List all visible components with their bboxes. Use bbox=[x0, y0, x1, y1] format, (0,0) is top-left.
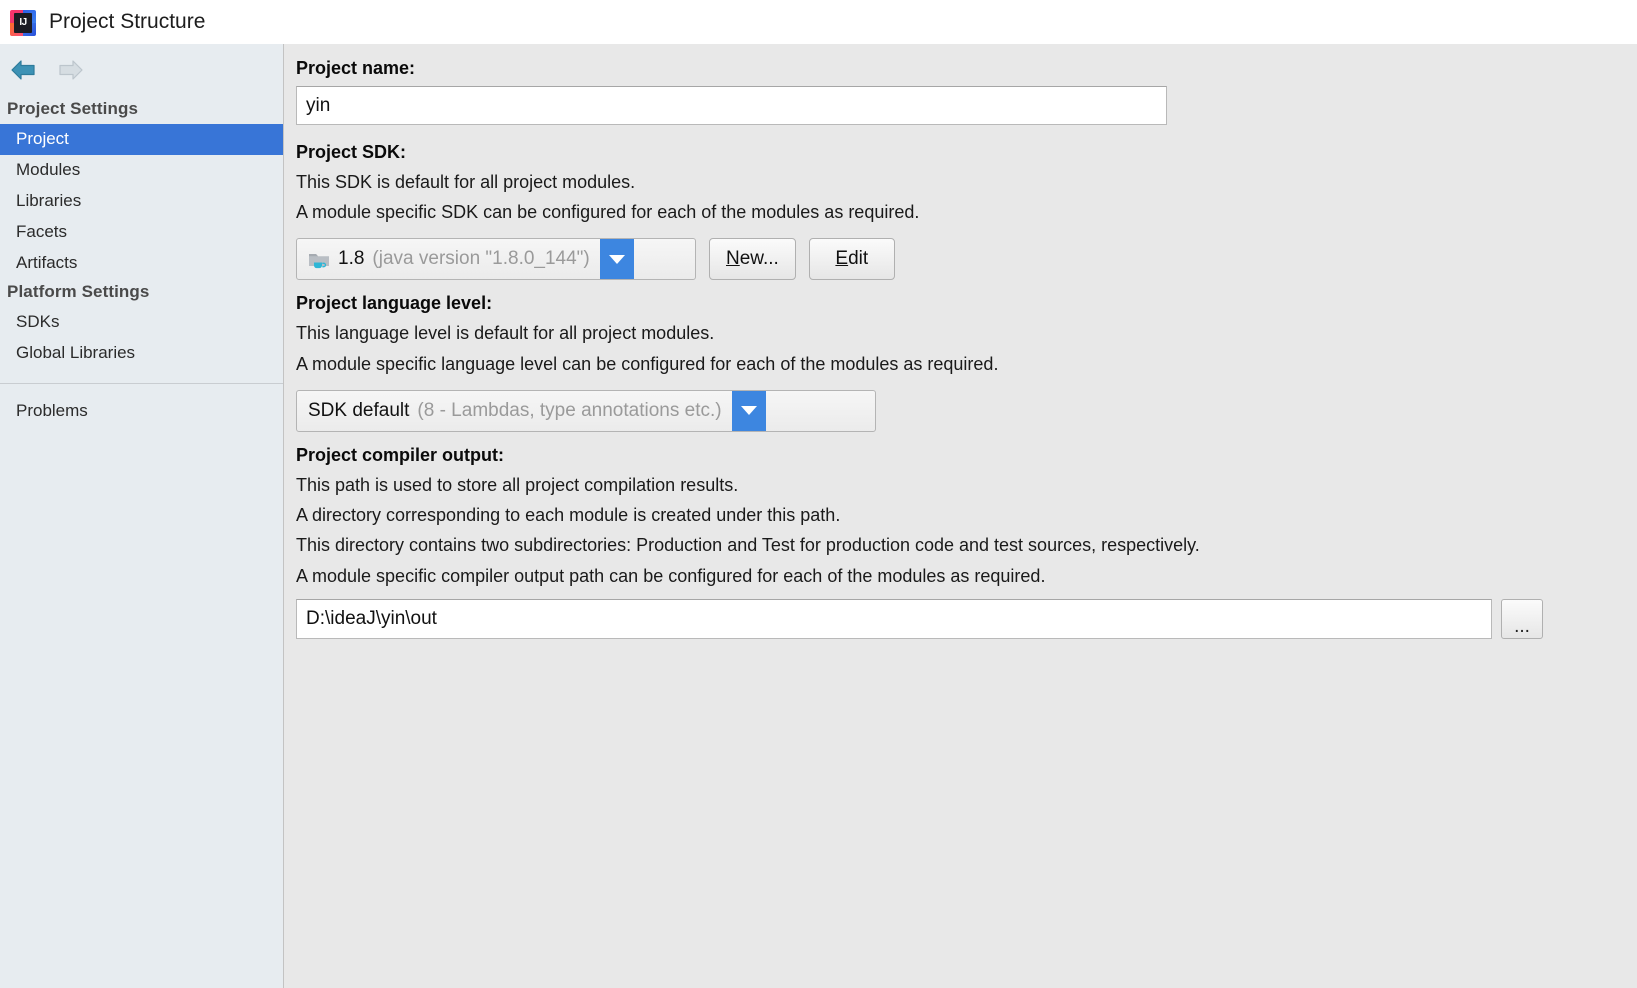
new-sdk-button-mnemonic: N bbox=[726, 248, 740, 270]
sidebar-item-sdks[interactable]: SDKs bbox=[0, 307, 283, 338]
sidebar-item-problems[interactable]: Problems bbox=[0, 396, 283, 427]
compiler-output-path-input[interactable]: D:\ideaJ\yin\out bbox=[296, 598, 1492, 639]
forward-arrow-icon bbox=[54, 56, 86, 84]
sidebar-item-modules[interactable]: Modules bbox=[0, 155, 283, 186]
sidebar-divider bbox=[0, 383, 283, 385]
sidebar-item-libraries[interactable]: Libraries bbox=[0, 186, 283, 217]
language-level-detail: (8 - Lambdas, type annotations etc.) bbox=[417, 399, 722, 421]
edit-sdk-button-mnemonic: E bbox=[835, 248, 849, 270]
project-sdk-version-detail: (java version "1.8.0_144") bbox=[372, 248, 590, 270]
language-level-description-line-1: This language level is default for all p… bbox=[296, 323, 715, 344]
project-compiler-output-label: Project compiler output: bbox=[296, 444, 505, 465]
new-sdk-button-label: ew... bbox=[739, 248, 779, 270]
java-sdk-folder-icon bbox=[308, 249, 330, 270]
project-sdk-description-line-1: This SDK is default for all project modu… bbox=[296, 172, 636, 192]
project-settings-panel: Project name: yin Project SDK: This SDK … bbox=[285, 44, 1637, 988]
language-level-row: SDK default (8 - Lambdas, type annotatio… bbox=[296, 389, 1637, 432]
project-language-level-combobox[interactable]: SDK default (8 - Lambdas, type annotatio… bbox=[296, 389, 876, 432]
sidebar-nav-bar bbox=[0, 44, 283, 96]
compiler-output-description-line-2: A directory corresponding to each module… bbox=[296, 505, 841, 526]
compiler-output-description-line-3: This directory contains two subdirectori… bbox=[296, 535, 1200, 556]
new-sdk-button[interactable]: New... bbox=[709, 238, 796, 281]
settings-sidebar: Project Settings Project Modules Librari… bbox=[0, 44, 284, 988]
project-sdk-description-line-2: A module specific SDK can be configured … bbox=[296, 202, 920, 223]
sidebar-item-project[interactable]: Project bbox=[0, 124, 283, 156]
compiler-output-description-line-1: This path is used to store all project c… bbox=[296, 474, 739, 495]
project-sdk-combobox-value: 1.8 (java version "1.8.0_144") bbox=[297, 239, 600, 279]
intellij-idea-logo-icon: IJ bbox=[10, 9, 36, 36]
window-title-bar: IJ Project Structure bbox=[0, 0, 1637, 44]
language-level-chevron-down-icon[interactable] bbox=[731, 390, 766, 431]
project-sdk-combobox[interactable]: 1.8 (java version "1.8.0_144") bbox=[296, 238, 696, 281]
sidebar-group-title-platform-settings: Platform Settings bbox=[7, 282, 150, 302]
language-level-value: SDK default bbox=[308, 399, 410, 421]
ellipsis-icon: ... bbox=[1514, 616, 1530, 638]
language-level-combobox-value: SDK default (8 - Lambdas, type annotatio… bbox=[297, 391, 732, 431]
project-sdk-row: 1.8 (java version "1.8.0_144") New... Ed… bbox=[296, 238, 1637, 281]
project-sdk-label: Project SDK: bbox=[296, 142, 407, 162]
project-name-input[interactable]: yin bbox=[296, 86, 1167, 125]
sidebar-group-title-project-settings: Project Settings bbox=[7, 99, 139, 118]
project-sdk-version: 1.8 bbox=[338, 248, 365, 270]
language-level-description-line-2: A module specific language level can be … bbox=[296, 353, 999, 374]
project-name-label: Project name: bbox=[296, 58, 416, 78]
sidebar-item-artifacts[interactable]: Artifacts bbox=[0, 248, 283, 279]
sidebar-item-global-libraries[interactable]: Global Libraries bbox=[0, 338, 283, 369]
browse-compiler-output-button[interactable]: ... bbox=[1501, 598, 1543, 639]
project-sdk-chevron-down-icon[interactable] bbox=[599, 239, 634, 280]
sidebar-item-facets[interactable]: Facets bbox=[0, 217, 283, 248]
edit-sdk-button-label: dit bbox=[848, 248, 869, 270]
edit-sdk-button[interactable]: Edit bbox=[808, 238, 895, 281]
compiler-output-row: D:\ideaJ\yin\out ... bbox=[296, 598, 1637, 639]
back-arrow-icon[interactable] bbox=[8, 56, 40, 84]
window-title: Project Structure bbox=[49, 10, 206, 33]
project-language-level-label: Project language level: bbox=[296, 293, 493, 314]
compiler-output-description-line-4: A module specific compiler output path c… bbox=[296, 565, 1046, 586]
